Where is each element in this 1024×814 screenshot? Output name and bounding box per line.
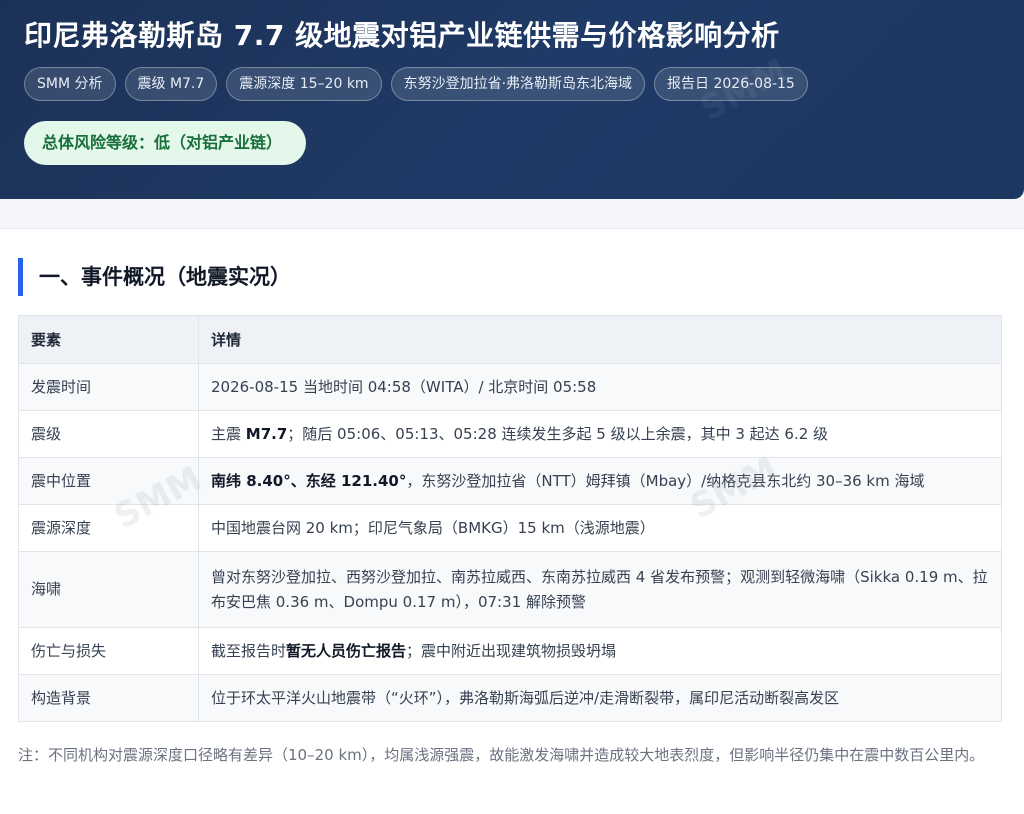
row-detail-text-end: ；随后 05:06、05:13、05:28 连续发生多起 5 级以上余震，其中 … (287, 424, 829, 443)
tag-source: SMM 分析 (24, 67, 116, 101)
table-row: 震级 主震 M7.7；随后 05:06、05:13、05:28 连续发生多起 5… (18, 410, 1002, 458)
row-detail: 主震 M7.7；随后 05:06、05:13、05:28 连续发生多起 5 级以… (198, 410, 1002, 458)
report-title: 印尼弗洛勒斯岛 7.7 级地震对铝产业链供需与价格影响分析 (24, 19, 780, 52)
tag-depth: 震源深度 15–20 km (226, 67, 382, 101)
tag-magnitude: 震级 M7.7 (124, 67, 218, 101)
row-detail-text-end: ，东努沙登加拉省（NTT）姆拜镇（Mbay）/纳格克县东北约 30–36 km … (406, 471, 925, 490)
table-row: 震源深度 中国地震台网 20 km；印尼气象局（BMKG）15 km（浅源地震） (18, 504, 1002, 552)
tag-location: 东努沙登加拉省·弗洛勒斯岛东北海域 (390, 67, 646, 101)
row-detail-bold: M7.7 (245, 424, 288, 443)
footnote: 注：不同机构对震源深度口径略有差异（10–20 km），均属浅源强震，故能激发海… (18, 746, 985, 764)
report-header: 印尼弗洛勒斯岛 7.7 级地震对铝产业链供需与价格影响分析 SMM 分析 震级 … (0, 0, 1024, 199)
tag-report-date: 报告日 2026-08-15 (654, 67, 808, 101)
table-row: 构造背景 位于环太平洋火山地震带（“火环”），弗洛勒斯海弧后逆冲/走滑断裂带，属… (18, 674, 1002, 722)
row-detail-text: 2026-08-15 当地时间 04:58（WITA）/ 北京时间 05:58 (211, 377, 597, 396)
row-key: 发震时间 (18, 363, 199, 411)
section-title: 一、事件概况（地震实况） (18, 258, 291, 296)
row-detail-text: 位于环太平洋火山地震带（“火环”），弗洛勒斯海弧后逆冲/走滑断裂带，属印尼活动断… (211, 688, 840, 707)
header-divider-band (0, 199, 1024, 229)
row-detail-text: 中国地震台网 20 km；印尼气象局（BMKG）15 km（浅源地震） (211, 518, 655, 537)
table-row: 发震时间 2026-08-15 当地时间 04:58（WITA）/ 北京时间 0… (18, 363, 1002, 411)
table-row: 海啸 曾对东努沙登加拉、西努沙登加拉、南苏拉威西、东南苏拉威西 4 省发布预警；… (18, 551, 1002, 628)
row-key: 构造背景 (18, 674, 199, 722)
row-detail-text: 主震 (211, 424, 246, 443)
row-key: 海啸 (18, 551, 199, 628)
row-detail-bold: 暂无人员伤亡报告 (286, 641, 407, 660)
tag-list: SMM 分析 震级 M7.7 震源深度 15–20 km 东努沙登加拉省·弗洛勒… (24, 67, 808, 101)
row-detail: 南纬 8.40°、东经 121.40°，东努沙登加拉省（NTT）姆拜镇（Mbay… (198, 457, 1002, 505)
table-row: 伤亡与损失 截至报告时暂无人员伤亡报告；震中附近出现建筑物损毁坍塌 (18, 627, 1002, 675)
row-detail: 中国地震台网 20 km；印尼气象局（BMKG）15 km（浅源地震） (198, 504, 1002, 552)
row-detail: 截至报告时暂无人员伤亡报告；震中附近出现建筑物损毁坍塌 (198, 627, 1002, 675)
row-key: 震中位置 (18, 457, 199, 505)
column-header-key: 要素 (18, 315, 199, 364)
row-key: 伤亡与损失 (18, 627, 199, 675)
row-detail-bold: 南纬 8.40°、东经 121.40° (211, 471, 407, 490)
row-detail: 2026-08-15 当地时间 04:58（WITA）/ 北京时间 05:58 (198, 363, 1002, 411)
risk-level-badge: 总体风险等级：低（对铝产业链） (24, 121, 307, 165)
table-row: 震中位置 南纬 8.40°、东经 121.40°，东努沙登加拉省（NTT）姆拜镇… (18, 457, 1002, 505)
row-detail-text: 截至报告时 (211, 641, 287, 660)
row-detail: 位于环太平洋火山地震带（“火环”），弗洛勒斯海弧后逆冲/走滑断裂带，属印尼活动断… (198, 674, 1002, 722)
row-detail-text-end: ；震中附近出现建筑物损毁坍塌 (406, 641, 617, 660)
row-detail: 曾对东努沙登加拉、西努沙登加拉、南苏拉威西、东南苏拉威西 4 省发布预警；观测到… (198, 551, 1002, 628)
row-key: 震级 (18, 410, 199, 458)
event-info-table: 要素 详情 发震时间 2026-08-15 当地时间 04:58（WITA）/ … (18, 315, 1002, 722)
table-header-row: 要素 详情 (18, 315, 1002, 364)
row-detail-text: 曾对东努沙登加拉、西努沙登加拉、南苏拉威西、东南苏拉威西 4 省发布预警；观测到… (211, 567, 988, 611)
row-key: 震源深度 (18, 504, 199, 552)
column-header-detail: 详情 (198, 315, 1002, 364)
